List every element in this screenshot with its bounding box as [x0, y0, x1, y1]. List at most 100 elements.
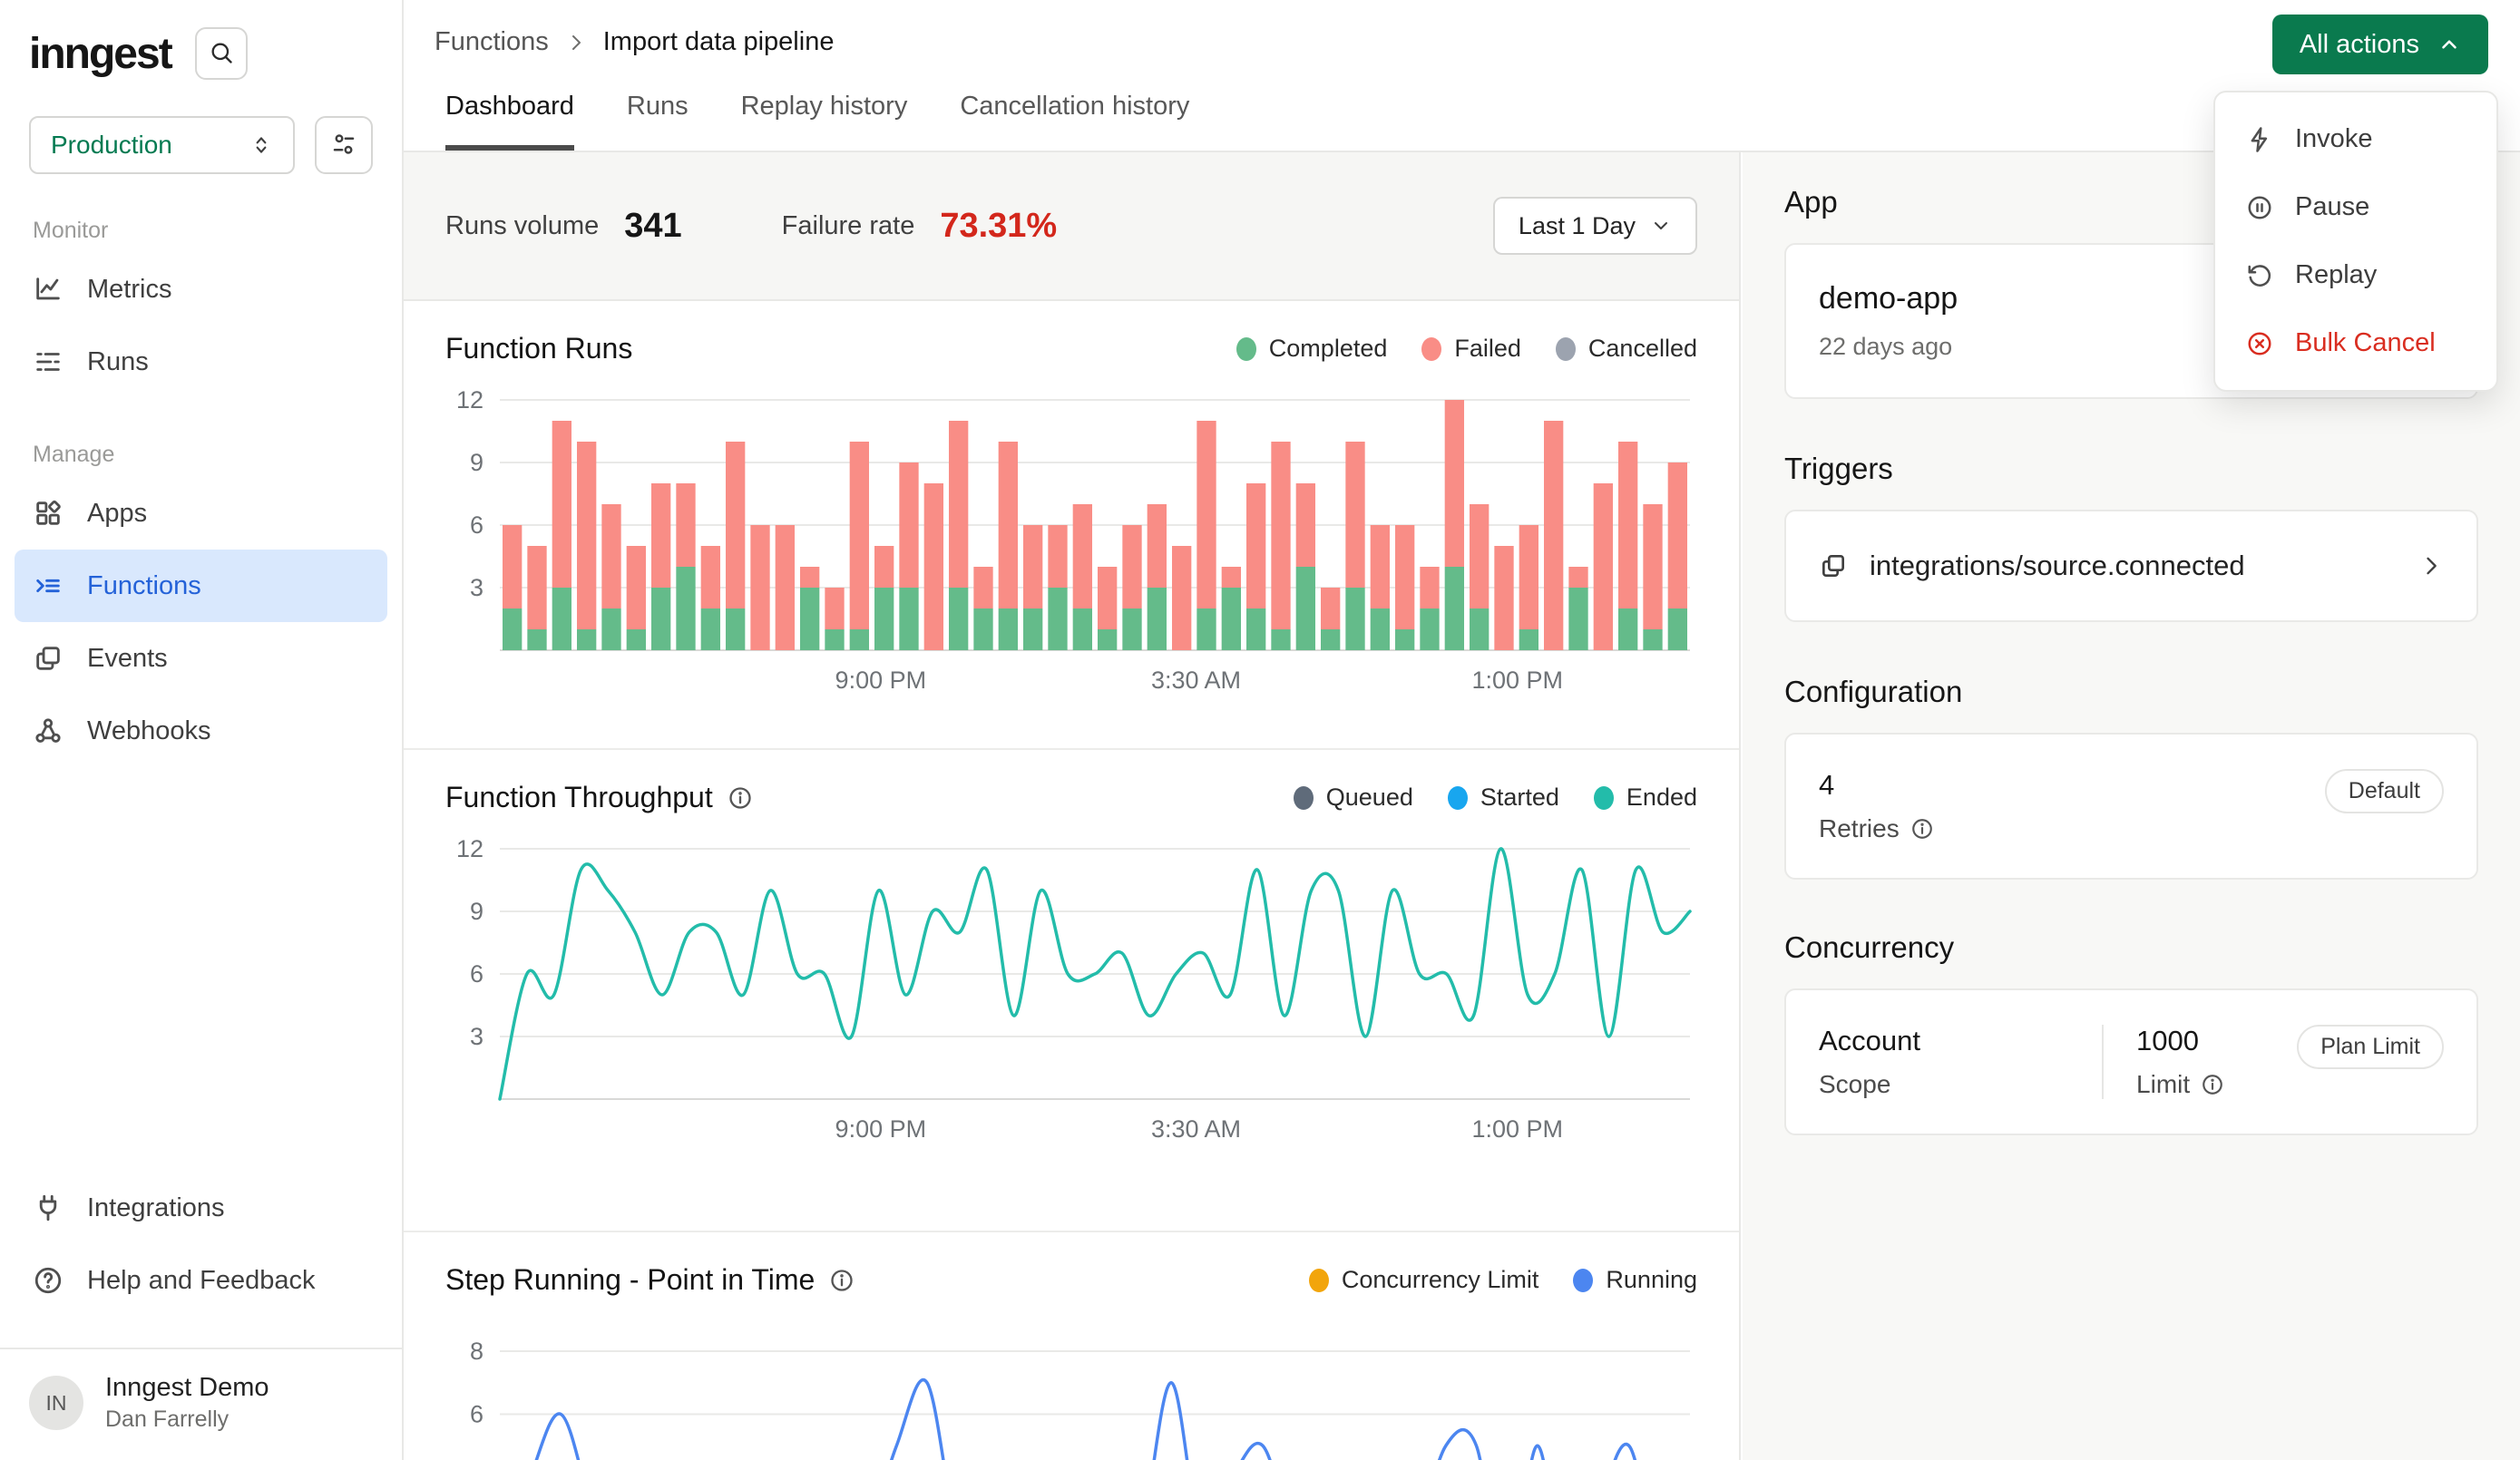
time-range-value: Last 1 Day [1519, 212, 1636, 240]
apps-icon [33, 498, 63, 529]
breadcrumb-functions[interactable]: Functions [435, 27, 549, 57]
cancel-circle-icon [2246, 330, 2273, 357]
events-icon [33, 643, 63, 674]
sidebar-item-metrics[interactable]: Metrics [15, 253, 387, 326]
sidebar-item-apps[interactable]: Apps [15, 477, 387, 550]
event-icon [1819, 551, 1848, 580]
chevron-right-icon [2418, 553, 2444, 579]
breadcrumb-current: Import data pipeline [603, 27, 835, 57]
concurrency-heading: Concurrency [1784, 930, 2478, 965]
sidebar-item-webhooks[interactable]: Webhooks [15, 695, 387, 767]
svg-text:9:00 PM: 9:00 PM [835, 1115, 927, 1143]
all-actions-menu: Invoke Pause Replay Bulk Cancel [2213, 91, 2498, 392]
runs-volume-label: Runs volume [445, 211, 599, 241]
svg-text:1:00 PM: 1:00 PM [1471, 667, 1563, 693]
concurrency-limit-dot [1309, 1269, 1329, 1292]
sidebar-item-help[interactable]: Help and Feedback [15, 1244, 387, 1317]
info-icon[interactable] [1910, 817, 1934, 841]
menu-item-pause[interactable]: Pause [2215, 173, 2496, 241]
menu-item-label: Bulk Cancel [2295, 328, 2436, 358]
chevron-updown-icon [249, 133, 273, 157]
step-running-legend: Concurrency Limit Running [1309, 1266, 1697, 1294]
all-actions-label: All actions [2300, 30, 2419, 60]
retries-value: 4 [1819, 769, 1934, 802]
info-icon[interactable] [728, 785, 753, 811]
search-icon [209, 40, 234, 68]
menu-item-replay[interactable]: Replay [2215, 241, 2496, 309]
environment-value: Production [51, 131, 172, 160]
svg-text:6: 6 [470, 1401, 483, 1428]
svg-text:9:00 PM: 9:00 PM [835, 667, 927, 693]
org-name: Inngest Demo [105, 1373, 269, 1403]
legend-ended: Ended [1626, 784, 1697, 812]
cancelled-dot [1556, 337, 1576, 361]
failure-rate-value: 73.31% [940, 207, 1057, 246]
app-screen: inngest Production Monitor [0, 0, 2520, 1460]
environment-filter-button[interactable] [315, 116, 373, 174]
retries-default-badge: Default [2325, 769, 2444, 813]
trigger-card[interactable]: integrations/source.connected [1784, 510, 2478, 622]
environment-select[interactable]: Production [29, 116, 295, 174]
all-actions-button[interactable]: All actions [2272, 15, 2488, 74]
runs-icon [33, 346, 63, 377]
mixer-icon [330, 131, 357, 161]
svg-text:9: 9 [470, 449, 483, 476]
tab-replay-history[interactable]: Replay history [741, 92, 908, 151]
sidebar-item-label: Runs [87, 347, 149, 377]
svg-text:12: 12 [456, 838, 483, 862]
account-menu[interactable]: IN Inngest Demo Dan Farrelly [0, 1349, 402, 1460]
triggers-heading: Triggers [1784, 452, 2478, 486]
legend-running: Running [1606, 1266, 1697, 1294]
inngest-logo: inngest [29, 29, 171, 79]
concurrency-scope-value: Account [1819, 1025, 2069, 1057]
step-running-title-text: Step Running - Point in Time [445, 1263, 815, 1297]
svg-text:3: 3 [470, 574, 483, 601]
function-throughput-chart: 129639:00 PM3:30 AM1:00 PM [445, 838, 1697, 1146]
function-runs-chart: 129639:00 PM3:30 AM1:00 PM [445, 389, 1697, 693]
queued-dot [1294, 786, 1314, 810]
legend-failed: Failed [1454, 335, 1521, 363]
plug-icon [33, 1192, 63, 1223]
tab-dashboard[interactable]: Dashboard [445, 92, 574, 151]
sidebar-item-label: Functions [87, 571, 201, 601]
sidebar-item-runs[interactable]: Runs [15, 326, 387, 398]
svg-text:12: 12 [456, 389, 483, 414]
menu-item-label: Invoke [2295, 124, 2372, 154]
webhooks-icon [33, 715, 63, 746]
avatar: IN [29, 1376, 83, 1430]
tab-cancellation-history[interactable]: Cancellation history [960, 92, 1189, 151]
search-button[interactable] [195, 27, 248, 80]
concurrency-card: Account Scope 1000 Limit Plan Limit [1784, 988, 2478, 1135]
menu-item-label: Replay [2295, 260, 2377, 290]
top-bar: Functions Import data pipeline Dashboard… [404, 0, 2520, 152]
sidebar-item-events[interactable]: Events [15, 622, 387, 695]
function-runs-legend: Completed Failed Cancelled [1236, 335, 1697, 363]
function-runs-section: Function Runs Completed Failed Cancelled… [404, 301, 1739, 748]
svg-text:6: 6 [470, 511, 483, 539]
time-range-select[interactable]: Last 1 Day [1493, 197, 1697, 255]
tab-bar: Dashboard Runs Replay history Cancellati… [445, 92, 1189, 151]
sidebar-section-monitor: Monitor [0, 218, 402, 244]
legend-concurrency-limit: Concurrency Limit [1342, 1266, 1539, 1294]
legend-queued: Queued [1326, 784, 1413, 812]
sidebar-item-label: Help and Feedback [87, 1266, 316, 1296]
menu-item-bulk-cancel[interactable]: Bulk Cancel [2215, 309, 2496, 377]
failed-dot [1421, 337, 1441, 361]
chevron-right-icon [565, 32, 587, 54]
sidebar-item-functions[interactable]: Functions [15, 550, 387, 622]
sidebar-item-label: Apps [87, 499, 147, 529]
menu-item-invoke[interactable]: Invoke [2215, 105, 2496, 173]
user-name: Dan Farrelly [105, 1406, 269, 1433]
sidebar-item-integrations[interactable]: Integrations [15, 1172, 387, 1244]
sidebar-item-label: Events [87, 644, 168, 674]
function-runs-title: Function Runs [445, 332, 632, 365]
pause-icon [2246, 194, 2273, 221]
ended-dot [1594, 786, 1614, 810]
retries-label: Retries [1819, 814, 1900, 843]
tab-runs[interactable]: Runs [627, 92, 689, 151]
legend-completed: Completed [1269, 335, 1388, 363]
legend-started: Started [1480, 784, 1559, 812]
info-icon[interactable] [2201, 1073, 2224, 1096]
info-icon[interactable] [829, 1268, 855, 1293]
sidebar-item-label: Metrics [87, 275, 171, 305]
